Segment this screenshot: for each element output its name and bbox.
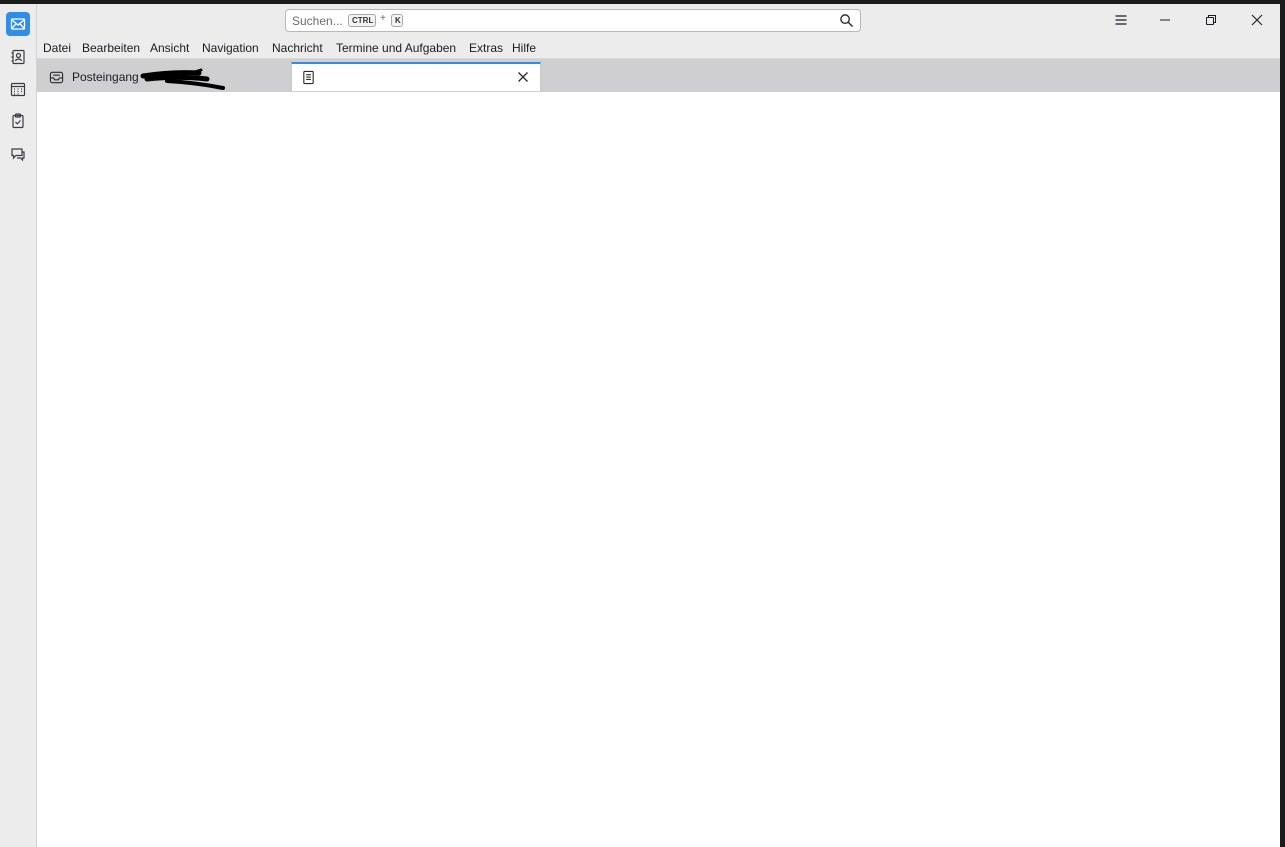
close-tab-icon[interactable] <box>516 70 530 84</box>
chat-space-button[interactable] <box>6 142 30 166</box>
window-right-border <box>1280 0 1285 847</box>
menu-termine-und-aufgaben[interactable]: Termine und Aufgaben <box>336 41 456 55</box>
tab-message[interactable] <box>291 62 541 91</box>
tasks-space-button[interactable] <box>6 109 30 133</box>
shortcut-plus: + <box>380 13 386 24</box>
chat-icon <box>11 148 25 162</box>
menu-ansicht[interactable]: Ansicht <box>150 41 189 55</box>
message-content-area <box>37 92 1280 847</box>
tab-bar: Posteingang <box>37 59 1280 92</box>
menu-nachricht[interactable]: Nachricht <box>272 41 323 55</box>
restore-button[interactable] <box>1200 10 1222 30</box>
menu-navigation[interactable]: Navigation <box>202 41 259 55</box>
hamburger-menu-icon <box>1115 15 1127 25</box>
spaces-toolbar <box>0 4 37 847</box>
title-bar: CTRL + K <box>37 4 1280 38</box>
tasks-icon <box>12 113 24 129</box>
minimize-button[interactable] <box>1154 10 1176 30</box>
app-menu-button[interactable] <box>1110 10 1132 30</box>
search-box: CTRL + K <box>285 9 861 32</box>
menu-bar: Datei Bearbeiten Ansicht Navigation Nach… <box>37 38 1280 59</box>
tab-posteingang[interactable]: Posteingang <box>37 62 282 91</box>
calendar-icon <box>10 82 26 97</box>
menu-bearbeiten[interactable]: Bearbeiten <box>82 41 140 55</box>
tab-label: Posteingang <box>72 70 139 84</box>
calendar-space-button[interactable] <box>6 77 30 101</box>
shortcut-k-key: K <box>391 14 403 27</box>
address-book-icon <box>11 49 25 65</box>
document-icon <box>303 70 314 85</box>
menu-hilfe[interactable]: Hilfe <box>512 41 536 55</box>
inbox-icon <box>49 71 64 84</box>
close-icon <box>1251 14 1263 26</box>
redaction-mark <box>140 68 225 90</box>
mail-icon <box>10 18 26 30</box>
address-book-space-button[interactable] <box>6 45 30 69</box>
mail-space-button[interactable] <box>6 12 30 36</box>
menu-extras[interactable]: Extras <box>469 41 503 55</box>
shortcut-ctrl-key: CTRL <box>348 14 376 27</box>
close-window-button[interactable] <box>1246 10 1268 30</box>
search-icon[interactable] <box>839 13 854 28</box>
restore-icon <box>1206 15 1216 25</box>
minimize-icon <box>1160 19 1170 21</box>
menu-datei[interactable]: Datei <box>43 41 71 55</box>
